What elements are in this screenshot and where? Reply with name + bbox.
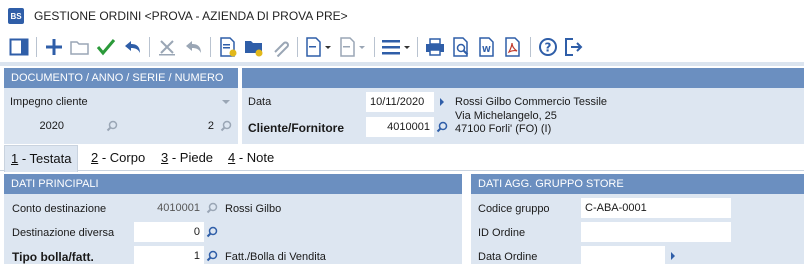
- window-title: GESTIONE ORDINI <PROVA - AZIENDA DI PROV…: [34, 9, 348, 23]
- search-icon[interactable]: [204, 222, 220, 242]
- toolbar-separator: [297, 37, 298, 57]
- chevron-right-icon[interactable]: [665, 246, 681, 264]
- chevron-down-icon[interactable]: [218, 92, 234, 112]
- customer-address: Via Michelangelo, 25: [455, 110, 557, 122]
- search-icon[interactable]: [434, 117, 450, 137]
- store-panel-header: DATI AGG. GRUPPO STORE: [471, 174, 804, 194]
- folder-icon[interactable]: [67, 34, 93, 60]
- data-ordine-field[interactable]: [581, 246, 665, 264]
- chevron-right-icon[interactable]: [434, 92, 450, 112]
- cancel-icon[interactable]: [154, 34, 180, 60]
- word-export-icon[interactable]: W: [474, 34, 500, 60]
- toolbar-separator: [36, 37, 37, 57]
- number-field[interactable]: 2: [122, 116, 218, 136]
- document-type-select[interactable]: Impegno cliente: [6, 92, 218, 112]
- toolbar-separator: [210, 37, 211, 57]
- tab-testata[interactable]: 1 - Testata: [4, 145, 79, 172]
- search-icon[interactable]: [104, 116, 120, 136]
- toolbar: W ?: [0, 32, 804, 62]
- restore-icon[interactable]: [180, 34, 206, 60]
- search-icon[interactable]: [204, 246, 220, 264]
- id-ordine-field[interactable]: [581, 222, 731, 242]
- print-icon[interactable]: [422, 34, 448, 60]
- customer-code-field[interactable]: 4010001: [366, 117, 434, 137]
- toolbar-separator: [149, 37, 150, 57]
- exit-icon[interactable]: [561, 34, 587, 60]
- codice-gruppo-field[interactable]: C-ABA-0001: [581, 198, 731, 218]
- toolbar-separator: [417, 37, 418, 57]
- row-label: Conto destinazione: [12, 203, 107, 215]
- main-panel-header: DATI PRINCIPALI: [4, 174, 462, 194]
- document-note-icon[interactable]: [215, 34, 241, 60]
- tab-note[interactable]: 4 - Note: [222, 145, 280, 171]
- pdf-export-icon[interactable]: [500, 34, 526, 60]
- tab-label: - Piede: [168, 150, 214, 165]
- row-label: Data Ordine: [478, 251, 538, 263]
- customer-panel-header: [242, 68, 804, 88]
- undo-icon[interactable]: [119, 34, 145, 60]
- row-label: Codice gruppo: [478, 203, 550, 215]
- document-disabled-icon[interactable]: [336, 34, 370, 60]
- customer-city: 47100 Forli' (FO) (I): [455, 123, 552, 135]
- tab-corpo[interactable]: 2 - Corpo: [85, 145, 151, 171]
- add-icon[interactable]: [41, 34, 67, 60]
- help-icon[interactable]: ?: [535, 34, 561, 60]
- date-field[interactable]: 10/11/2020: [366, 92, 434, 112]
- toolbar-separator: [374, 37, 375, 57]
- tab-label: - Note: [235, 150, 275, 165]
- attach-icon[interactable]: [267, 34, 293, 60]
- document-panel-header: DOCUMENTO / ANNO / SERIE / NUMERO: [4, 68, 238, 88]
- series-field[interactable]: [70, 116, 104, 136]
- confirm-check-icon[interactable]: [93, 34, 119, 60]
- new-document-icon[interactable]: [302, 34, 336, 60]
- folder-badge-icon[interactable]: [241, 34, 267, 60]
- customer-label: Cliente/Fornitore: [248, 121, 345, 135]
- date-label: Data: [248, 96, 272, 108]
- toolbar-separator: [530, 37, 531, 57]
- tab-label: - Corpo: [98, 150, 146, 165]
- tab-label: - Testata: [18, 151, 72, 166]
- row-label: Destinazione diversa: [12, 227, 115, 239]
- app-logo-icon: BS: [8, 8, 24, 24]
- tab-piede[interactable]: 3 - Piede: [155, 145, 219, 171]
- svg-text:W: W: [482, 45, 491, 54]
- tipo-bolla-field[interactable]: 1: [134, 246, 204, 264]
- preview-icon[interactable]: [448, 34, 474, 60]
- search-icon[interactable]: [204, 198, 220, 218]
- year-field[interactable]: 2020: [6, 116, 68, 136]
- toolbar-divider: [0, 62, 804, 66]
- panel-icon[interactable]: [6, 34, 32, 60]
- svg-text:?: ?: [545, 41, 552, 55]
- row-description: Rossi Gilbo: [225, 203, 282, 215]
- row-description: Fatt./Bolla di Vendita: [225, 251, 326, 263]
- search-icon[interactable]: [218, 116, 234, 136]
- destinazione-diversa-field[interactable]: 0: [134, 222, 204, 242]
- customer-name: Rossi Gilbo Commercio Tessile: [455, 96, 608, 108]
- tab-bar: 1 - Testata 2 - Corpo 3 - Piede 4 - Note: [0, 145, 804, 172]
- conto-destinazione-field[interactable]: 4010001: [134, 198, 204, 218]
- title-bar: BS GESTIONE ORDINI <PROVA - AZIENDA DI P…: [0, 0, 804, 32]
- row-label: ID Ordine: [478, 227, 526, 239]
- row-label: Tipo bolla/fatt.: [12, 250, 94, 264]
- menu-icon[interactable]: [379, 34, 413, 60]
